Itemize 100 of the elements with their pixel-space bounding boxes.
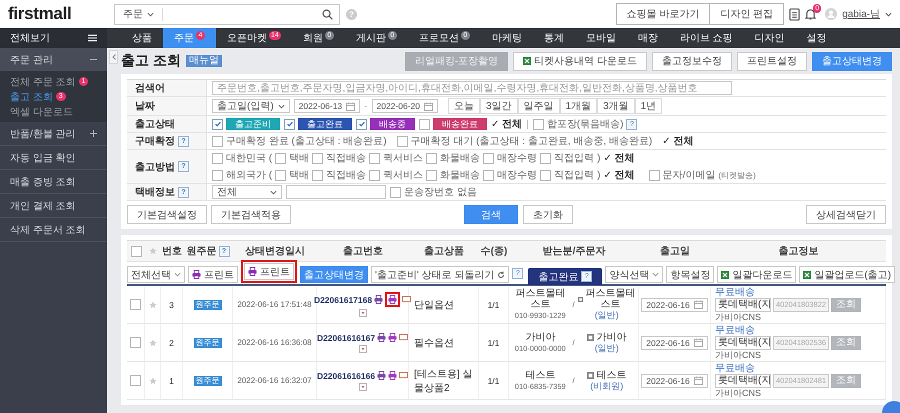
date-range-button[interactable]: 오늘 (448, 98, 480, 114)
print-label-button[interactable] (388, 371, 398, 380)
checkbox[interactable] (419, 118, 430, 130)
all-menu-button[interactable]: 전체보기 (0, 28, 107, 48)
bell-icon[interactable] (805, 8, 816, 20)
checkbox[interactable] (396, 136, 408, 146)
date-range-button[interactable]: 3개월 (597, 98, 635, 114)
sidebar-section[interactable]: 주문 관리 (0, 48, 107, 71)
star-icon[interactable] (148, 338, 156, 346)
nav-tab[interactable]: 라이브 쇼핑 (668, 28, 744, 48)
tracking-input[interactable] (286, 185, 386, 199)
checkbox[interactable] (212, 118, 223, 130)
toolbar-button[interactable]: 항목설정 (666, 266, 714, 283)
checkbox[interactable] (532, 118, 544, 130)
action-button[interactable]: 출고정보수정 (652, 52, 732, 70)
checkbox[interactable] (483, 170, 494, 180)
star-icon[interactable] (148, 300, 156, 308)
checkbox[interactable] (212, 136, 223, 146)
date-type-select[interactable]: 출고일(입력) (212, 99, 290, 113)
ship-date-field[interactable]: 2022-06-16 (641, 336, 708, 350)
checkbox[interactable] (212, 152, 223, 164)
action-button[interactable]: 프린트설정 (737, 52, 807, 70)
checkbox[interactable] (275, 170, 286, 180)
checkbox[interactable] (426, 170, 438, 180)
nav-tab[interactable]: 매장 (626, 28, 669, 48)
logo[interactable]: firstmall (8, 4, 104, 24)
orderer-name[interactable]: 퍼스트몰테스트 (584, 288, 636, 310)
avatar-icon[interactable] (825, 8, 838, 20)
header-link[interactable]: 쇼핑몰 바로가기 (616, 4, 710, 24)
nav-tab[interactable]: 설정 (796, 28, 838, 48)
nav-tab[interactable]: 통계 (532, 28, 575, 48)
sidebar-section[interactable]: 매출 증빙 조회 (0, 170, 107, 194)
checkbox[interactable] (356, 118, 367, 130)
preset-button[interactable]: 기본검색적용 (211, 205, 291, 224)
orderer-name[interactable]: 테스트 (596, 370, 626, 380)
product-name[interactable]: 단일옵션 (414, 298, 454, 312)
checkbox[interactable] (130, 299, 141, 310)
memo-icon[interactable] (399, 372, 408, 379)
nav-tab[interactable]: 상품 (121, 28, 163, 48)
memo-icon[interactable] (399, 334, 408, 341)
delivery-fee-link[interactable]: 무료배송 (715, 324, 755, 336)
search-field[interactable]: 주문 (114, 4, 340, 24)
delivery-fee-link[interactable]: 무료배송 (715, 286, 755, 298)
product-name[interactable]: 필수옵션 (414, 336, 454, 350)
toolbar-button[interactable]: 일괄업로드(출고) (799, 266, 896, 283)
star-icon[interactable] (148, 376, 156, 384)
user-name[interactable]: gabia-님 (842, 7, 880, 21)
date-range-button[interactable]: 1년 (634, 98, 662, 114)
delivery-fee-link[interactable]: 무료배송 (715, 362, 755, 374)
date-from-field[interactable]: 2022-06-13 (294, 99, 360, 113)
checkbox[interactable] (212, 170, 223, 180)
toolbar-button[interactable]: 프린트 (244, 263, 294, 280)
sidebar-item[interactable]: 엑셀 다운로드 (0, 104, 107, 119)
orderer-name[interactable]: 가비아 (596, 332, 626, 342)
checkbox[interactable] (284, 118, 295, 130)
checkbox[interactable] (369, 152, 380, 164)
expand-icon[interactable] (358, 382, 366, 390)
memo-icon[interactable] (402, 296, 412, 303)
sidebar-section[interactable]: 반품/환불 관리 (0, 122, 107, 146)
select-all-dropdown[interactable]: 전체선택 (127, 266, 185, 283)
toolbar-button[interactable]: 일괄다운로드 (717, 266, 796, 283)
nav-tab[interactable]: 마케팅 (480, 28, 533, 48)
all-toggle[interactable]: ✓ 전체 (603, 151, 635, 165)
checkbox[interactable] (483, 152, 494, 164)
carrier-select[interactable]: 롯데택배(지 (715, 298, 771, 312)
ship-date-field[interactable]: 2022-06-16 (641, 374, 708, 388)
checkbox[interactable] (130, 246, 142, 256)
checkbox[interactable] (130, 375, 141, 386)
print-label-button[interactable] (388, 333, 398, 342)
date-range-button[interactable]: 3일간 (480, 98, 518, 114)
checkbox[interactable] (648, 170, 660, 180)
ship-date-field[interactable]: 2022-06-16 (641, 298, 708, 312)
toolbar-button[interactable]: '출고준비' 상태로 되돌리기 (371, 266, 510, 283)
date-range-button[interactable]: 일주일 (518, 98, 560, 114)
checkbox[interactable] (369, 170, 380, 180)
expand-icon[interactable] (358, 309, 366, 317)
all-toggle[interactable]: ✓ 전체 (491, 117, 522, 131)
toolbar-button[interactable]: 양식선택 (605, 266, 664, 283)
checkbox[interactable] (540, 170, 552, 180)
checkbox[interactable] (312, 152, 324, 164)
sidebar-section[interactable]: 삭제 주문서 조회 (0, 218, 107, 242)
product-name[interactable]: [테스트용] 실물상품2 (414, 366, 478, 394)
toolbar-button[interactable]: 프린트 (188, 266, 238, 283)
scope-select[interactable]: 주문 (115, 8, 163, 20)
nav-tab[interactable]: 모바일 (574, 28, 627, 48)
preset-button[interactable]: 기본검색설정 (127, 205, 207, 224)
checkbox[interactable] (426, 152, 438, 164)
sidebar-section[interactable]: 자동 입금 확인 (0, 146, 107, 170)
checkbox[interactable] (130, 337, 141, 348)
checkbox[interactable] (312, 170, 324, 180)
date-range-button[interactable]: 1개월 (560, 98, 598, 114)
shipment-number[interactable]: D22061617168 (314, 294, 372, 304)
checkbox[interactable] (540, 152, 552, 164)
expand-icon[interactable] (358, 344, 366, 352)
sidebar-section[interactable]: 개인 결제 조회 (0, 194, 107, 218)
carrier-select[interactable]: 롯데택배(지 (715, 374, 771, 388)
shipment-number[interactable]: D22061616166 (316, 370, 376, 380)
collapse-handle[interactable] (109, 50, 118, 64)
search-icon[interactable] (322, 8, 333, 20)
checkbox[interactable] (390, 186, 401, 198)
